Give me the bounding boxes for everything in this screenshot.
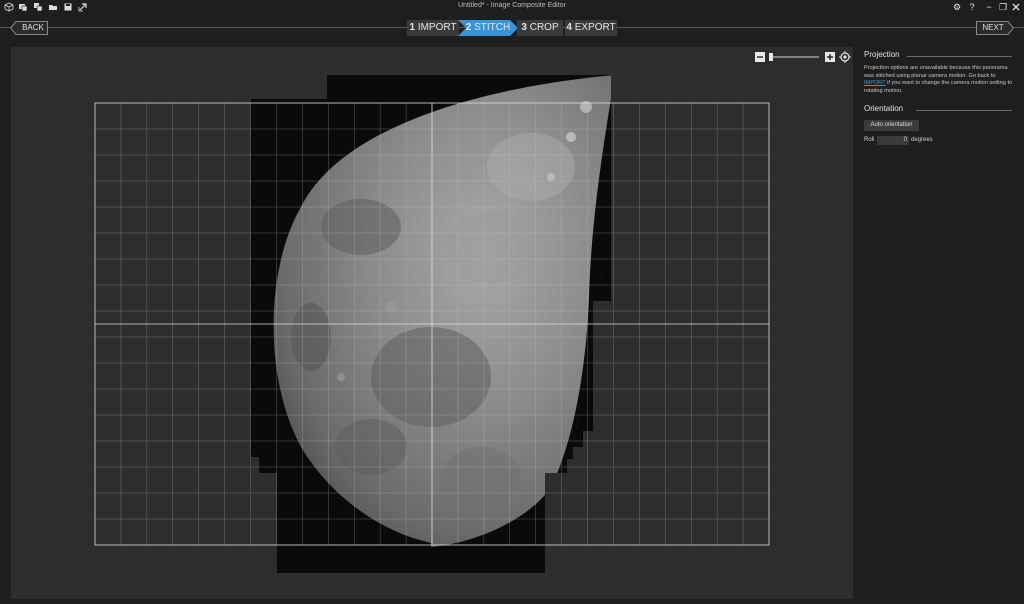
fit-to-window-icon[interactable] <box>839 51 851 63</box>
back-button[interactable]: BACK <box>10 21 48 35</box>
roll-label: Roll <box>864 137 875 143</box>
window-title: Untitled* - Image Composite Editor <box>458 2 566 9</box>
projection-description: Projection options are unavailable becau… <box>864 65 1016 95</box>
roll-input[interactable]: 0 <box>877 136 909 145</box>
projection-divider <box>907 56 1012 57</box>
stitch-canvas[interactable] <box>11 47 853 599</box>
zoom-slider-thumb[interactable] <box>769 53 773 61</box>
step-export-num: 4 <box>566 22 572 33</box>
step-crop-num: 3 <box>521 22 527 33</box>
zoom-control <box>755 50 855 63</box>
orientation-divider <box>916 110 1012 111</box>
roll-unit-label: degrees <box>911 137 933 143</box>
panorama-preview[interactable] <box>11 47 853 599</box>
step-crop[interactable]: 3 CROP <box>517 20 563 36</box>
step-crop-label: CROP <box>529 22 559 33</box>
step-stitch-label: STITCH <box>474 22 511 33</box>
import-link[interactable]: IMPORT <box>864 80 886 86</box>
projection-heading: Projection <box>864 50 900 59</box>
title-bar: Untitled* - Image Composite Editor ⚙ ? −… <box>0 0 1024 14</box>
zoom-in-button[interactable] <box>825 52 835 62</box>
step-stitch[interactable]: 2 STITCH <box>458 20 518 36</box>
next-label: NEXT <box>982 23 1004 32</box>
step-export-label: EXPORT <box>574 22 616 33</box>
help-icon[interactable]: ? <box>966 1 978 13</box>
step-import-label: IMPORT <box>417 22 457 33</box>
projection-desc-text-2: if you want to change the camera motion … <box>864 80 1013 94</box>
back-label: BACK <box>22 23 44 32</box>
step-import-num: 1 <box>409 22 416 33</box>
workflow-bar: BACK 1 IMPORT 2 STITCH 3 CROP 4 EXPORT N… <box>0 16 1024 42</box>
step-import[interactable]: 1 IMPORT <box>407 20 459 36</box>
step-export[interactable]: 4 EXPORT <box>565 20 617 36</box>
stitch-options-panel: Projection Projection options are unavai… <box>858 47 1024 604</box>
restore-button[interactable]: ❐ <box>997 1 1009 13</box>
orientation-heading: Orientation <box>864 104 904 113</box>
step-stitch-num: 2 <box>465 22 472 33</box>
auto-orientation-button[interactable]: Auto orientation <box>864 120 919 131</box>
settings-icon[interactable]: ⚙ <box>951 1 963 13</box>
minimize-button[interactable]: − <box>983 1 995 13</box>
zoom-out-button[interactable] <box>755 52 765 62</box>
next-button[interactable]: NEXT <box>976 21 1014 35</box>
projection-desc-text-1: Projection options are unavailable becau… <box>864 65 1008 79</box>
close-icon[interactable] <box>1011 2 1021 12</box>
